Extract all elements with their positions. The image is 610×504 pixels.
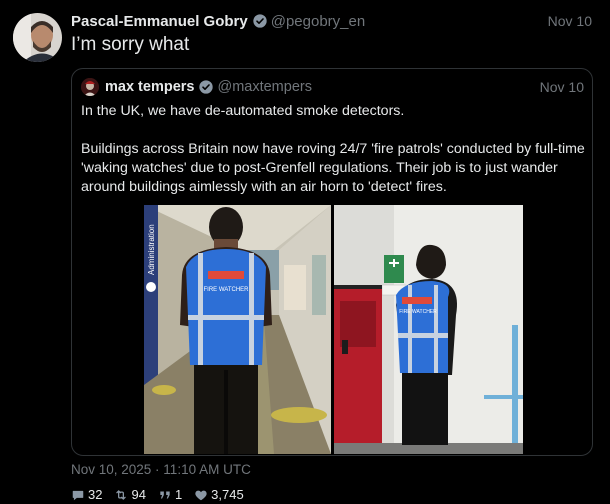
tweet-date[interactable]: Nov 10 bbox=[548, 13, 592, 29]
tweet-stats: 32 94 1 3,745 bbox=[71, 487, 244, 502]
photo-stairwell[interactable]: FIRE WATCHER bbox=[334, 205, 523, 454]
tweet: Pascal-Emmanuel Gobry @pegobry_en Nov 10… bbox=[0, 0, 610, 504]
sign-administration: Administration bbox=[147, 224, 156, 275]
verified-badge-icon bbox=[199, 80, 214, 94]
quote-count-value: 1 bbox=[174, 487, 183, 502]
author-avatar[interactable] bbox=[13, 13, 62, 62]
reply-count-value: 32 bbox=[88, 487, 103, 502]
photo-hallway[interactable]: Administration FIRE WATCHER bbox=[144, 205, 331, 454]
retweet-icon bbox=[116, 489, 127, 500]
quoted-tweet-date[interactable]: Nov 10 bbox=[540, 79, 584, 95]
vest-text-right: FIRE WATCHER bbox=[399, 309, 437, 315]
quoted-paragraph-1: In the UK, we have de-automated smoke de… bbox=[81, 103, 405, 119]
quote-count[interactable]: 1 bbox=[158, 487, 182, 502]
quoted-author-handle[interactable]: @maxtempers bbox=[217, 79, 312, 95]
quoted-tweet-text: In the UK, we have de-automated smoke de… bbox=[81, 102, 586, 197]
tweet-timestamp[interactable]: Nov 10, 2025 · 11:10 AM UTC bbox=[71, 462, 251, 477]
tweet-text: I’m sorry what bbox=[71, 34, 190, 55]
like-count-value: 3,745 bbox=[211, 487, 244, 502]
vest-text-left: FIRE WATCHER bbox=[204, 287, 250, 293]
heart-icon bbox=[195, 490, 207, 500]
author-name[interactable]: Pascal-Emmanuel Gobry bbox=[71, 13, 248, 30]
tweet-header: Pascal-Emmanuel Gobry @pegobry_en Nov 10 bbox=[71, 11, 592, 31]
quoted-author-avatar[interactable] bbox=[81, 78, 99, 96]
reply-icon bbox=[72, 490, 84, 500]
author-handle[interactable]: @pegobry_en bbox=[271, 13, 365, 30]
reply-count[interactable]: 32 bbox=[71, 487, 102, 502]
quote-icon bbox=[160, 491, 170, 498]
retweet-count-value: 94 bbox=[131, 487, 146, 502]
quoted-tweet[interactable]: max tempers @maxtempers Nov 10 In the UK… bbox=[71, 68, 593, 456]
like-count[interactable]: 3,745 bbox=[194, 487, 244, 502]
retweet-count[interactable]: 94 bbox=[114, 487, 146, 502]
verified-badge-icon bbox=[253, 14, 267, 28]
quoted-paragraph-2: Buildings across Britain now have roving… bbox=[81, 141, 585, 195]
quoted-tweet-header: max tempers @maxtempers Nov 10 bbox=[81, 76, 584, 98]
quoted-author-name[interactable]: max tempers bbox=[105, 79, 194, 95]
